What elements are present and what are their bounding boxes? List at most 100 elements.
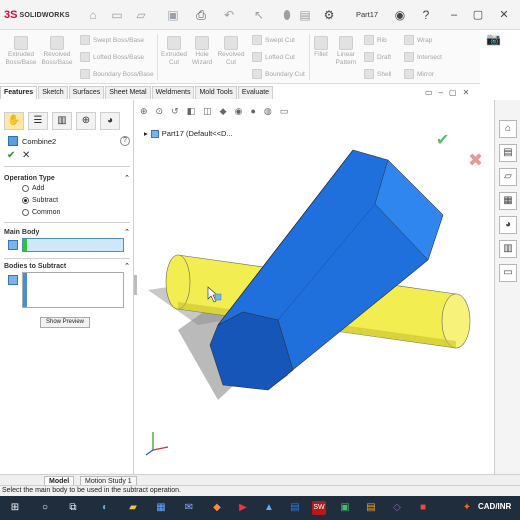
appearances-icon[interactable]: ◕ [499, 216, 517, 234]
save-icon[interactable]: ▣ [166, 8, 180, 22]
select-pointer-icon[interactable]: ↖ [252, 8, 266, 22]
main-body-selection-box[interactable] [22, 238, 124, 252]
dimxpert-icon[interactable]: ⊕ [76, 112, 96, 130]
view-orientation-icon[interactable]: ◫ [203, 106, 212, 117]
tab-sheet-metal[interactable]: Sheet Metal [105, 86, 151, 99]
hole-wizard-button[interactable]: Hole Wizard [189, 36, 215, 67]
new-document-icon[interactable]: ▭ [110, 8, 124, 22]
display-style-icon[interactable]: ◆ [220, 106, 227, 117]
options-gear-icon[interactable]: ⚙ [322, 8, 336, 22]
bodies-to-subtract-selection-box[interactable] [22, 272, 124, 308]
feature-tree-root[interactable]: ▸ Part17 (Default<<D... [144, 129, 233, 138]
model-view[interactable] [138, 100, 494, 474]
close-document-icon[interactable]: ✕ [463, 88, 470, 97]
property-manager-icon[interactable]: ☰ [28, 112, 48, 130]
file-properties-icon[interactable]: ▤ [298, 8, 312, 22]
rib-button[interactable]: Rib [364, 35, 387, 45]
undo-icon[interactable]: ↶ [222, 8, 236, 22]
minimize-document-icon[interactable]: – [439, 88, 443, 97]
task-view-icon[interactable]: ⧉ [66, 501, 80, 515]
tab-evaluate[interactable]: Evaluate [237, 86, 274, 99]
radio-add[interactable]: Add [22, 185, 44, 192]
notes-icon[interactable]: ▤ [364, 501, 378, 515]
cancel-button[interactable]: ✕ [22, 150, 30, 161]
tab-mold-tools[interactable]: Mold Tools [195, 86, 237, 99]
mirror-button[interactable]: Mirror [404, 69, 434, 79]
main-body-header[interactable]: Main Body ⌃ [4, 226, 130, 238]
help-icon[interactable]: ? [419, 8, 433, 22]
extruded-boss-button[interactable]: Extruded Boss/Base [4, 36, 38, 67]
feature-manager-icon[interactable]: ✋ [4, 112, 24, 130]
tab-surfaces[interactable]: Surfaces [68, 86, 105, 99]
maximize-icon[interactable]: ▢ [470, 7, 486, 23]
app-icon[interactable]: ◆ [210, 501, 224, 515]
lofted-cut-button[interactable]: Lofted Cut [252, 52, 295, 62]
app-icon-green[interactable]: ▣ [338, 501, 352, 515]
search-icon[interactable]: ○ [38, 501, 52, 515]
lofted-boss-button[interactable]: Lofted Boss/Base [80, 52, 144, 62]
user-account-icon[interactable]: ◉ [393, 8, 407, 22]
tab-features[interactable]: Features [0, 86, 38, 99]
linear-pattern-button[interactable]: Linear Pattern [333, 36, 359, 67]
custom-properties-icon[interactable]: ▥ [499, 240, 517, 258]
open-folder-icon[interactable]: ▱ [134, 8, 148, 22]
radio-button[interactable] [22, 185, 29, 192]
tab-weldments[interactable]: Weldments [151, 86, 195, 99]
help-icon[interactable]: ? [120, 136, 130, 146]
restore-panel-icon[interactable]: ▭ [425, 88, 433, 97]
file-explorer-icon[interactable]: ▰ [126, 501, 140, 515]
solidworks-logo[interactable]: 3S SOLIDWORKS [4, 8, 70, 22]
home-icon[interactable]: ⌂ [86, 8, 100, 22]
panel-splitter-handle[interactable] [134, 275, 137, 295]
fillet-button[interactable]: Fillet [311, 36, 331, 59]
solidworks-resources-icon[interactable]: ⌂ [499, 120, 517, 138]
hide-show-icon[interactable]: ◉ [235, 106, 243, 117]
graphics-area[interactable]: ▸ Part17 (Default<<D... [138, 100, 494, 474]
forum-icon[interactable]: ▭ [499, 264, 517, 282]
extruded-cut-button[interactable]: Extruded Cut [160, 36, 188, 67]
zoom-area-icon[interactable]: ⊙ [156, 106, 164, 117]
radio-common[interactable]: Common [22, 209, 60, 216]
solidworks-taskbar-icon[interactable]: SW [312, 501, 326, 515]
radio-button[interactable] [22, 209, 29, 216]
revolved-boss-button[interactable]: Revolved Boss/Base [40, 36, 74, 67]
bodies-to-subtract-header[interactable]: Bodies to Subtract ⌃ [4, 260, 130, 272]
boundary-boss-button[interactable]: Boundary Boss/Base [80, 69, 154, 79]
media-icon[interactable]: ▶ [236, 501, 250, 515]
edge-browser-icon[interactable]: ◐ [98, 501, 112, 515]
section-view-icon[interactable]: ◧ [187, 106, 196, 117]
swept-boss-button[interactable]: Swept Boss/Base [80, 35, 144, 45]
camera-icon[interactable]: 📷 [486, 32, 504, 48]
app-icon-purple[interactable]: ◇ [390, 501, 404, 515]
minimize-icon[interactable]: – [446, 7, 462, 23]
shell-button[interactable]: Shell [364, 69, 391, 79]
view-palette-icon[interactable]: ▦ [499, 192, 517, 210]
zoom-to-fit-icon[interactable]: ⊕ [140, 106, 148, 117]
draft-button[interactable]: Draft [364, 52, 391, 62]
mail-icon[interactable]: ✉ [182, 501, 196, 515]
expand-arrow-icon[interactable]: ▸ [144, 129, 148, 138]
swept-cut-button[interactable]: Swept Cut [252, 35, 295, 45]
revolved-cut-button[interactable]: Revolved Cut [215, 36, 247, 67]
tab-sketch[interactable]: Sketch [38, 86, 68, 99]
file-explorer-icon[interactable]: ▱ [499, 168, 517, 186]
operation-type-header[interactable]: Operation Type ⌃ [4, 172, 130, 184]
edit-appearance-icon[interactable]: ● [250, 106, 255, 117]
confirmation-ok-icon[interactable]: ✔ [436, 130, 449, 150]
configuration-manager-icon[interactable]: ▥ [52, 112, 72, 130]
windows-start-icon[interactable]: ⊞ [8, 501, 22, 515]
store-icon[interactable]: ▦ [154, 501, 168, 515]
radio-subtract[interactable]: Subtract [22, 197, 58, 204]
show-preview-button[interactable]: Show Preview [40, 317, 90, 328]
boundary-cut-button[interactable]: Boundary Cut [252, 69, 305, 79]
photos-icon[interactable]: ▲ [262, 501, 276, 515]
close-icon[interactable]: ✕ [496, 7, 512, 23]
rebuild-icon[interactable]: ⬮ [280, 8, 294, 22]
maximize-document-icon[interactable]: ▢ [449, 88, 457, 97]
intersect-button[interactable]: Intersect [404, 52, 442, 62]
wrap-button[interactable]: Wrap [404, 35, 432, 45]
print-icon[interactable]: ⎙ [194, 8, 208, 22]
ok-button[interactable]: ✔ [7, 150, 15, 161]
word-icon[interactable]: ▤ [288, 501, 302, 515]
design-library-icon[interactable]: ▤ [499, 144, 517, 162]
